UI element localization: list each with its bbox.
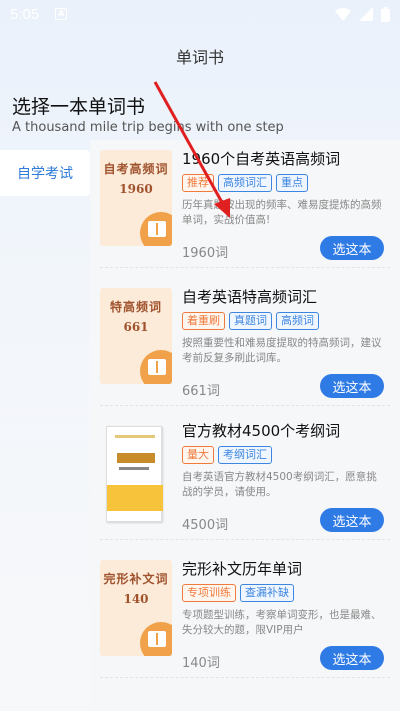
book-description: 按照重要性和难易度提取的特高频词，建议考前反复多刷此词库。 (182, 337, 382, 364)
book-title: 完形补文历年单词 (182, 560, 303, 578)
select-book-button[interactable]: 选这本 (320, 646, 384, 670)
book-cover: 完形补文词 140 (100, 560, 172, 656)
select-book-button[interactable]: 选这本 (320, 374, 384, 398)
tag: 考纲词汇 (218, 446, 272, 464)
book-card[interactable]: 完形补文词 140 完形补文历年单词 专项训练 查漏补缺 专项题型训练，考察单词… (100, 550, 390, 678)
tag-list: 专项训练 查漏补缺 (182, 584, 294, 602)
section-heading: 选择一本单词书 (12, 96, 146, 118)
status-indicators (335, 6, 390, 22)
word-count: 661词 (182, 384, 220, 399)
book-card[interactable]: 自考高频词 1960 1960个自考英语高频词 推荐 高频词汇 重点 历年真题按… (100, 140, 390, 268)
book-title: 官方教材4500个考纲词 (182, 422, 341, 440)
select-book-button[interactable]: 选这本 (320, 508, 384, 532)
status-bar: 5:05 A (0, 0, 400, 28)
book-title: 1960个自考英语高频词 (182, 150, 341, 168)
cover-title: 自考高频词 (103, 162, 169, 176)
book-list: 自考高频词 1960 1960个自考英语高频词 推荐 高频词汇 重点 历年真题按… (90, 140, 400, 711)
tag: 量大 (182, 446, 214, 464)
section-subheading: A thousand mile trip begins with one ste… (12, 120, 284, 135)
category-sidebar: 自学考试 (0, 150, 90, 711)
tag-list: 推荐 高频词汇 重点 (182, 174, 308, 192)
word-count: 4500词 (182, 518, 229, 533)
select-book-button[interactable]: 选这本 (320, 236, 384, 260)
wifi-icon (335, 7, 351, 21)
notification-icon: A (55, 8, 68, 20)
book-cover-image (106, 426, 163, 522)
battery-icon (381, 6, 390, 22)
book-cover: 自考高频词 1960 (100, 150, 172, 246)
word-count: 140词 (182, 656, 220, 671)
book-card[interactable]: 官方教材4500个考纲词 量大 考纲词汇 自考英语官方教材4500考纲词汇，愿意… (100, 412, 390, 540)
tag: 真题词 (229, 312, 272, 330)
status-time: 5:05 (10, 5, 40, 23)
book-card[interactable]: 特高频词 661 自考英语特高频词汇 着重刷 真题词 高频词 按照重要性和难易度… (100, 278, 390, 406)
tag: 推荐 (182, 174, 214, 192)
cover-number: 661 (123, 320, 149, 334)
tag: 重点 (276, 174, 308, 192)
book-description: 历年真题按出现的频率、难易度提炼的高频单词，实战价值高! (182, 199, 382, 226)
cover-number: 1960 (119, 182, 153, 196)
tag: 专项训练 (182, 584, 236, 602)
book-description: 专项题型训练，考察单词变形，也是最难、失分较大的题，限VIP用户 (182, 609, 382, 636)
book-icon (140, 350, 172, 384)
word-count: 1960词 (182, 246, 229, 261)
tag: 高频词汇 (218, 174, 272, 192)
sidebar-item-self-study-exam[interactable]: 自学考试 (0, 150, 90, 196)
book-description: 自考英语官方教材4500考纲词汇，愿意挑战的学员，请使用。 (182, 471, 377, 498)
tag-list: 量大 考纲词汇 (182, 446, 272, 464)
page-title: 单词书 (175, 48, 224, 67)
cover-number: 140 (123, 592, 149, 606)
book-icon (140, 212, 172, 246)
book-icon (140, 622, 172, 656)
tag: 查漏补缺 (240, 584, 294, 602)
tag-list: 着重刷 真题词 高频词 (182, 312, 319, 330)
cover-title: 完形补文词 (103, 572, 169, 586)
book-cover: 特高频词 661 (100, 288, 172, 384)
tag: 着重刷 (182, 312, 225, 330)
book-title: 自考英语特高频词汇 (182, 288, 318, 306)
tag: 高频词 (276, 312, 319, 330)
cover-title: 特高频词 (109, 300, 162, 314)
cellular-signal-icon (359, 7, 373, 21)
